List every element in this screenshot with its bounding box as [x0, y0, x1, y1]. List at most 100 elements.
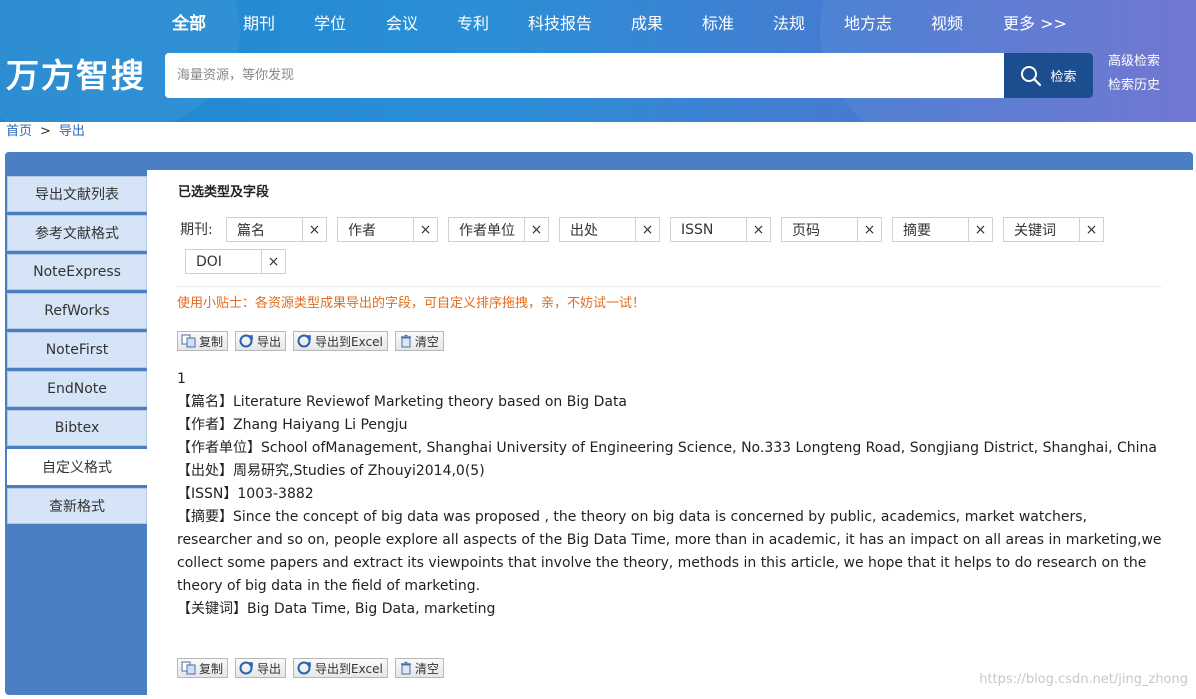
field-chip-label: 摘要	[903, 222, 931, 239]
nav-item-tech-report[interactable]: 科技报告	[528, 12, 592, 36]
export-button-label: 导出	[257, 661, 282, 676]
record-authors: 【作者】Zhang Haiyang Li Pengju	[177, 417, 408, 433]
search-icon	[1021, 65, 1042, 86]
record-abstract: 【摘要】Since the concept of big data was pr…	[177, 509, 1162, 594]
field-chip-label: 作者单位	[459, 222, 515, 239]
breadcrumb-home[interactable]: 首页	[6, 124, 32, 139]
sidebar-item-bibtex[interactable]: Bibtex	[7, 410, 147, 446]
clear-button[interactable]: 清空	[394, 658, 444, 678]
nav-item-more[interactable]: 更多 >>	[1003, 12, 1067, 36]
sidebar-item-refworks[interactable]: RefWorks	[7, 293, 147, 329]
panel-header-bar	[5, 152, 1193, 170]
field-chip-abstract[interactable]: 摘要 ×	[892, 217, 993, 242]
search-input[interactable]	[165, 53, 1004, 98]
remove-field-icon[interactable]: ×	[857, 218, 881, 241]
export-icon	[239, 661, 253, 675]
nav-item-all[interactable]: 全部	[172, 12, 206, 36]
copy-button-label: 复制	[199, 334, 224, 349]
sidebar-item-export-list[interactable]: 导出文献列表	[7, 176, 147, 212]
sidebar-item-noteexpress[interactable]: NoteExpress	[7, 254, 147, 290]
remove-field-icon[interactable]: ×	[968, 218, 992, 241]
export-excel-icon	[297, 334, 311, 348]
remove-field-icon[interactable]: ×	[261, 250, 285, 273]
divider	[177, 286, 1162, 287]
clear-button-label: 清空	[414, 661, 439, 676]
nav-item-achievement[interactable]: 成果	[631, 12, 663, 36]
export-button[interactable]: 导出	[235, 331, 287, 351]
usage-tip: 使用小贴士：各资源类型成果导出的字段，可自定义排序拖拽，亲，不妨试一试！	[177, 296, 646, 311]
record-keywords: 【关键词】Big Data Time, Big Data, marketing	[177, 601, 496, 617]
copy-button[interactable]: 复制	[177, 331, 229, 351]
nav-item-conference[interactable]: 会议	[386, 12, 418, 36]
header-banner: 全部 期刊 学位 会议 专利 科技报告 成果 标准 法规 地方志 视频 更多 >…	[0, 0, 1196, 122]
nav-item-patent[interactable]: 专利	[457, 12, 489, 36]
copy-icon	[181, 661, 196, 675]
advanced-search-link[interactable]: 高级检索	[1108, 53, 1160, 71]
top-nav: 全部 期刊 学位 会议 专利 科技报告 成果 标准 法规 地方志 视频 更多 >…	[0, 0, 1196, 46]
export-record: 1 【篇名】Literature Reviewof Marketing theo…	[177, 368, 1162, 621]
export-excel-button-label: 导出到Excel	[315, 334, 383, 349]
clear-button[interactable]: 清空	[394, 331, 444, 351]
record-source: 【出处】周易研究,Studies of Zhouyi2014,0(5)	[177, 463, 485, 479]
section-title: 已选类型及字段	[178, 185, 270, 200]
sidebar-item-endnote[interactable]: EndNote	[7, 371, 147, 407]
nav-item-standard[interactable]: 标准	[702, 12, 734, 36]
export-excel-button[interactable]: 导出到Excel	[293, 331, 388, 351]
clear-button-label: 清空	[414, 334, 439, 349]
remove-field-icon[interactable]: ×	[1079, 218, 1103, 241]
remove-field-icon[interactable]: ×	[524, 218, 548, 241]
record-issn: 【ISSN】1003-3882	[177, 486, 314, 502]
remove-field-icon[interactable]: ×	[635, 218, 659, 241]
field-chip-label: ISSN	[681, 221, 714, 238]
nav-item-video[interactable]: 视频	[931, 12, 963, 36]
site-logo[interactable]: 万方智搜	[6, 54, 146, 98]
export-button[interactable]: 导出	[235, 658, 287, 678]
record-affiliation: 【作者单位】School ofManagement, Shanghai Univ…	[177, 440, 1158, 456]
breadcrumb: 首页 > 导出	[6, 123, 85, 141]
search-button-label: 检索	[1050, 70, 1077, 85]
export-button-label: 导出	[257, 334, 282, 349]
export-excel-button[interactable]: 导出到Excel	[293, 658, 388, 678]
nav-item-journal[interactable]: 期刊	[243, 12, 275, 36]
export-excel-icon	[297, 661, 311, 675]
resource-type-label: 期刊:	[180, 222, 213, 238]
field-chip-label: 页码	[792, 222, 820, 239]
field-chip-keywords[interactable]: 关键词 ×	[1003, 217, 1104, 242]
field-chip-pages[interactable]: 页码 ×	[781, 217, 882, 242]
field-chip-label: 关键词	[1014, 222, 1056, 239]
remove-field-icon[interactable]: ×	[746, 218, 770, 241]
nav-item-regulation[interactable]: 法规	[773, 12, 805, 36]
breadcrumb-current[interactable]: 导出	[59, 124, 85, 139]
field-chip-doi[interactable]: DOI ×	[185, 249, 286, 274]
nav-item-local-chronicle[interactable]: 地方志	[844, 12, 892, 36]
field-chip-source[interactable]: 出处 ×	[559, 217, 660, 242]
export-excel-button-label: 导出到Excel	[315, 661, 383, 676]
sidebar-item-reference-format[interactable]: 参考文献格式	[7, 215, 147, 251]
copy-icon	[181, 334, 196, 348]
field-chip-label: DOI	[196, 253, 222, 270]
field-chip-affiliation[interactable]: 作者单位 ×	[448, 217, 549, 242]
record-title: 【篇名】Literature Reviewof Marketing theory…	[177, 394, 628, 410]
trash-icon	[400, 334, 411, 348]
export-icon	[239, 334, 253, 348]
sidebar-item-novelty-format[interactable]: 查新格式	[7, 488, 147, 524]
search-box: 检索	[165, 53, 1093, 98]
field-chip-issn[interactable]: ISSN ×	[670, 217, 771, 242]
trash-icon	[400, 661, 411, 675]
copy-button-label: 复制	[199, 661, 224, 676]
search-button[interactable]: 检索	[1004, 53, 1093, 98]
sidebar-item-custom-format[interactable]: 自定义格式	[7, 449, 147, 485]
remove-field-icon[interactable]: ×	[413, 218, 437, 241]
field-chip-label: 作者	[348, 222, 376, 239]
search-history-link[interactable]: 检索历史	[1108, 77, 1160, 95]
field-chip-label: 出处	[570, 222, 598, 239]
export-toolbar-bottom: 复制 导出 导出到Excel 清空	[177, 658, 444, 678]
field-chip-author[interactable]: 作者 ×	[337, 217, 438, 242]
sidebar-item-notefirst[interactable]: NoteFirst	[7, 332, 147, 368]
remove-field-icon[interactable]: ×	[302, 218, 326, 241]
copy-button[interactable]: 复制	[177, 658, 229, 678]
watermark: https://blog.csdn.net/jing_zhong	[979, 672, 1188, 687]
nav-item-degree[interactable]: 学位	[314, 12, 346, 36]
field-chip-title[interactable]: 篇名 ×	[226, 217, 327, 242]
breadcrumb-separator: >	[40, 124, 51, 139]
